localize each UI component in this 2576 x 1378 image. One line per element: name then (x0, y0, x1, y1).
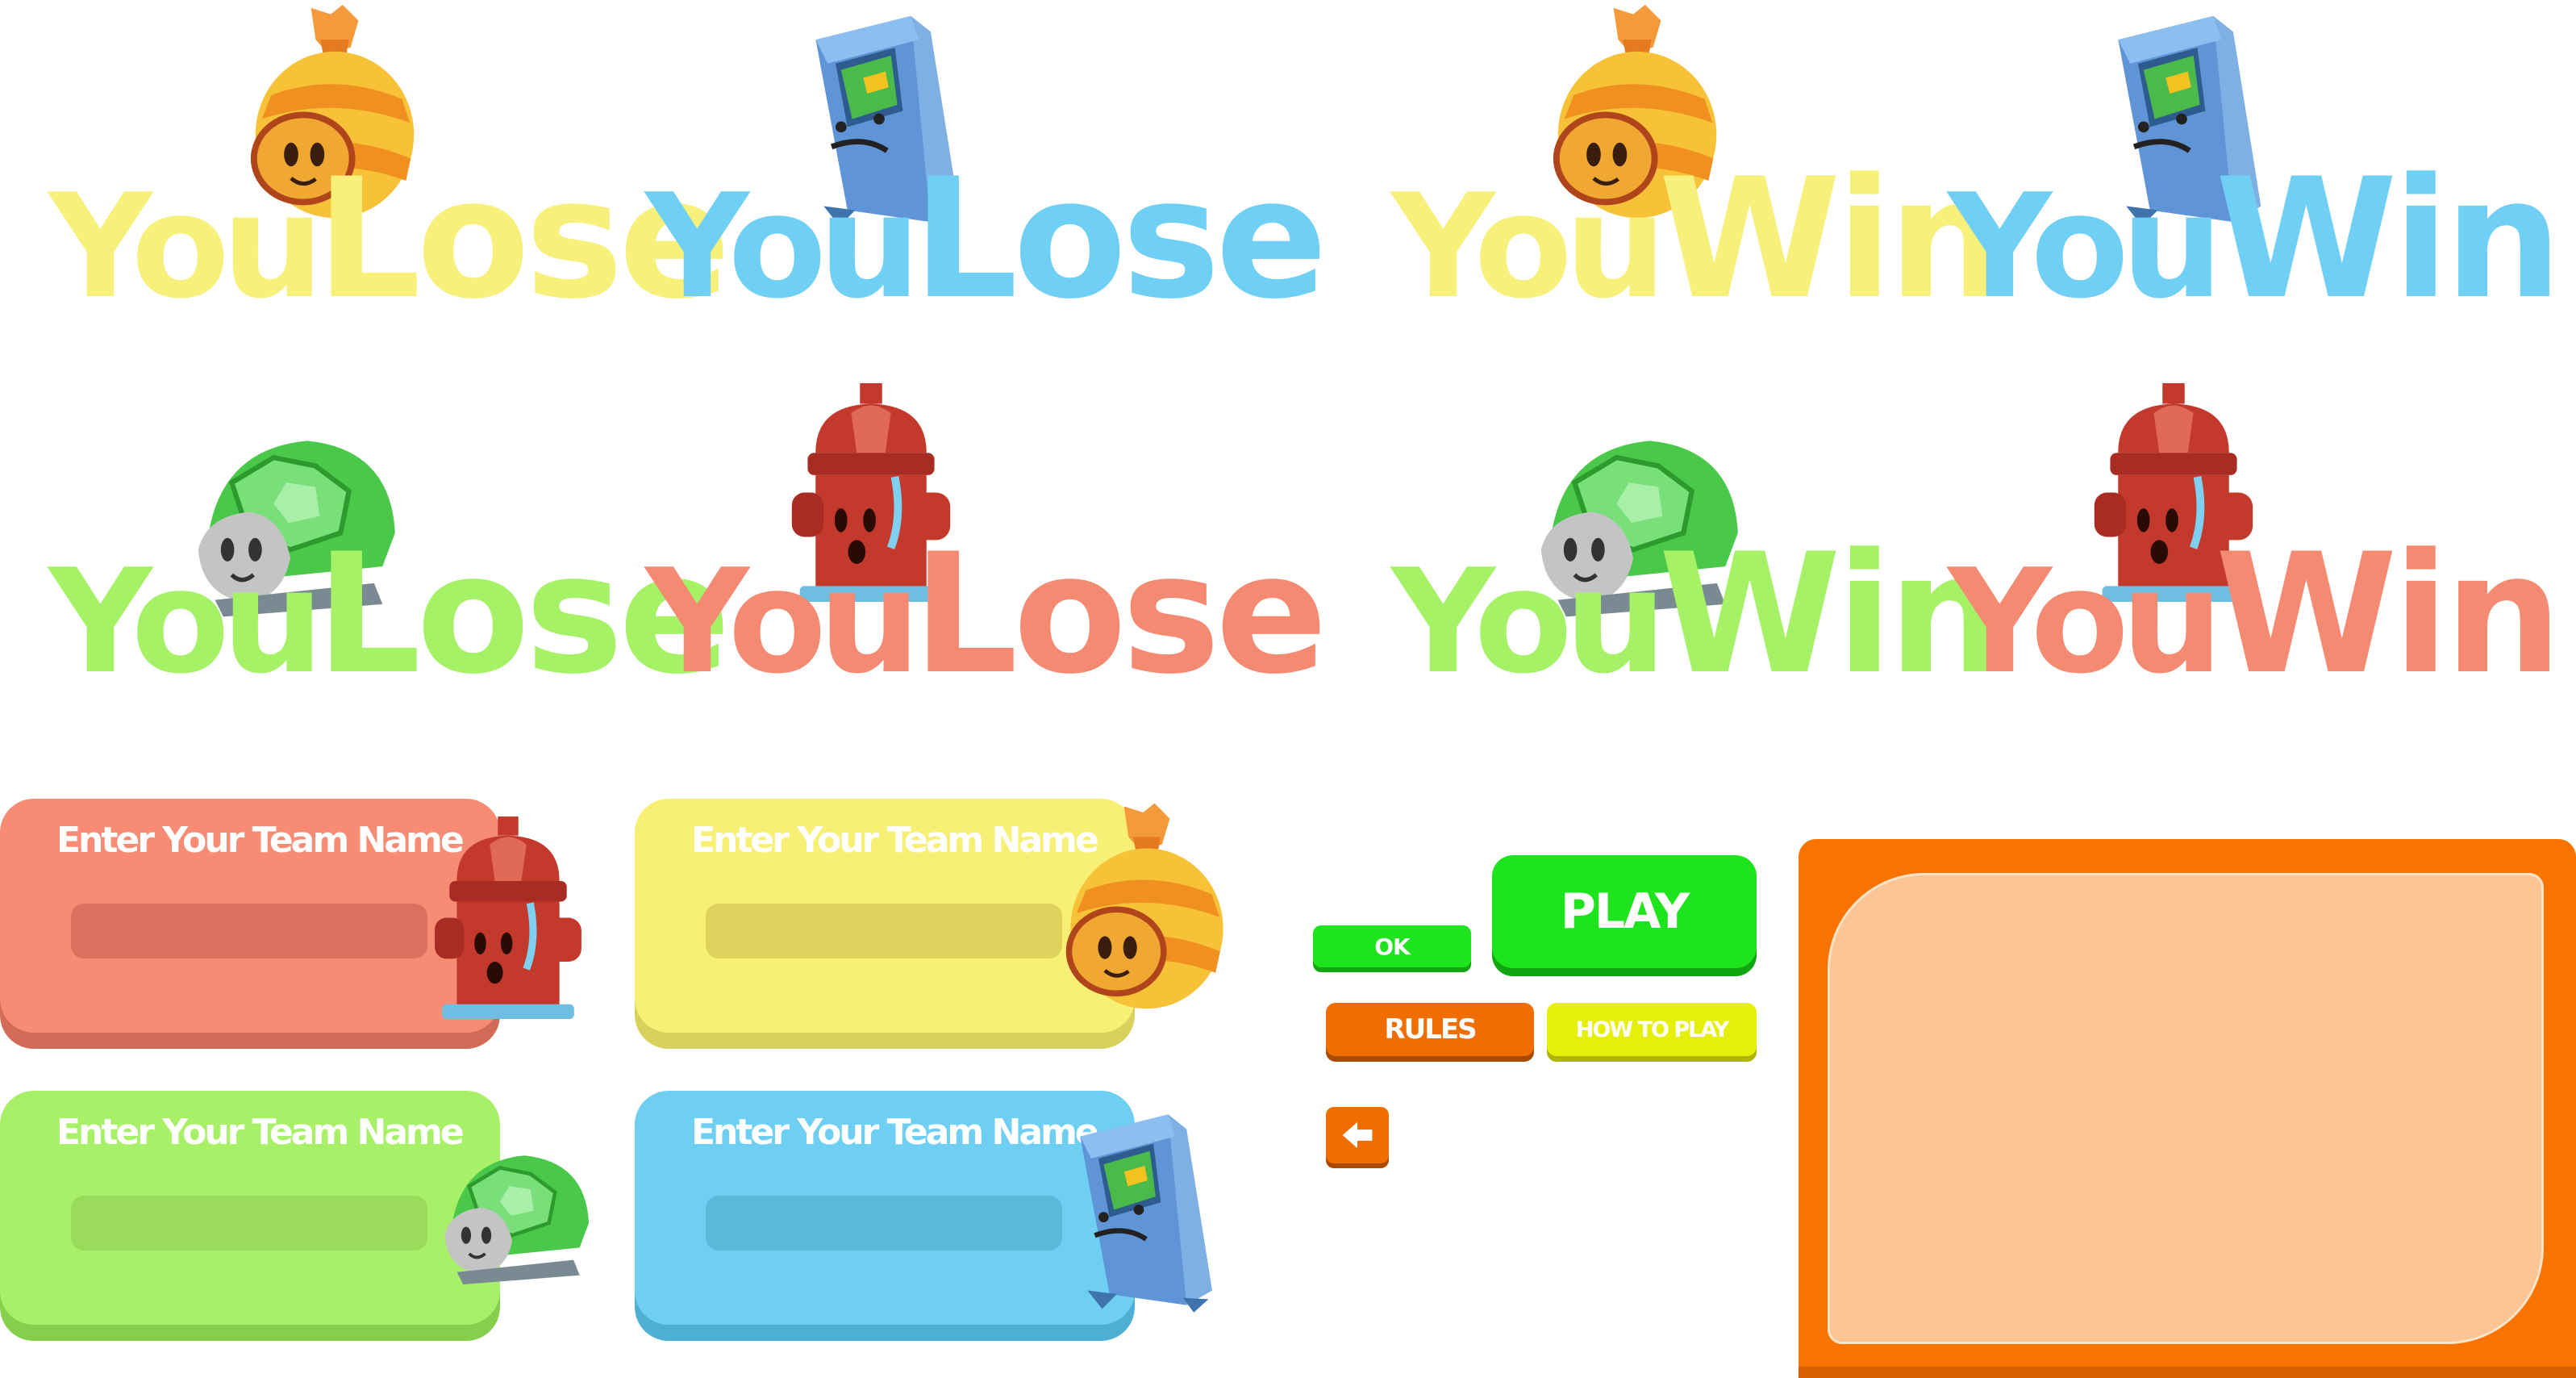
logo-you-win-yellow: YouWin (1391, 0, 2006, 336)
logo-text: YouLose (645, 519, 1328, 711)
ok-button[interactable]: OK (1313, 925, 1471, 967)
content-panel-inner (1828, 873, 2544, 1344)
logo-you-lose-green: YouLose (48, 375, 731, 711)
logo-you-lose-red: YouLose (645, 375, 1328, 711)
team-name-input[interactable] (71, 1196, 427, 1251)
back-button[interactable] (1326, 1107, 1389, 1163)
team-name-input[interactable] (706, 904, 1062, 958)
card-title: Enter Your Team Name (691, 1112, 1099, 1153)
card-title: Enter Your Team Name (56, 1112, 465, 1153)
logo-text: YouWin (1948, 519, 2562, 711)
play-button[interactable]: PLAY (1492, 855, 1757, 968)
candy-bag-icon (1062, 799, 1232, 1013)
team-name-card-blue: Enter Your Team Name (635, 1091, 1135, 1341)
arrow-left-icon (1339, 1117, 1376, 1154)
content-panel (1799, 839, 2576, 1378)
logo-you-lose-blue: YouLose (645, 0, 1328, 336)
turtle-shell-icon (431, 1143, 593, 1284)
logo-text: YouLose (645, 144, 1328, 336)
team-name-card-yellow: Enter Your Team Name (635, 799, 1135, 1049)
logo-you-win-red: YouWin (1948, 375, 2562, 711)
logo-text: YouWin (1391, 144, 2006, 336)
logo-text: YouWin (1391, 519, 2006, 711)
team-name-input[interactable] (706, 1196, 1062, 1251)
logo-text: YouWin (1948, 144, 2562, 336)
team-name-input[interactable] (71, 904, 427, 958)
sign-board-icon (1058, 1107, 1219, 1313)
team-name-card-red: Enter Your Team Name (0, 799, 500, 1049)
card-title: Enter Your Team Name (56, 820, 465, 861)
card-title: Enter Your Team Name (691, 820, 1099, 861)
logo-text: YouLose (48, 144, 731, 336)
team-name-card-green: Enter Your Team Name (0, 1091, 500, 1341)
how-to-play-button[interactable]: HOW TO PLAY (1547, 1003, 1757, 1056)
logo-text: YouLose (48, 519, 731, 711)
fire-hydrant-icon (427, 815, 589, 1021)
logo-you-lose-yellow: YouLose (48, 0, 731, 336)
logo-you-win-blue: YouWin (1948, 0, 2562, 336)
logo-you-win-green: YouWin (1391, 375, 2006, 711)
rules-button[interactable]: RULES (1326, 1003, 1534, 1056)
